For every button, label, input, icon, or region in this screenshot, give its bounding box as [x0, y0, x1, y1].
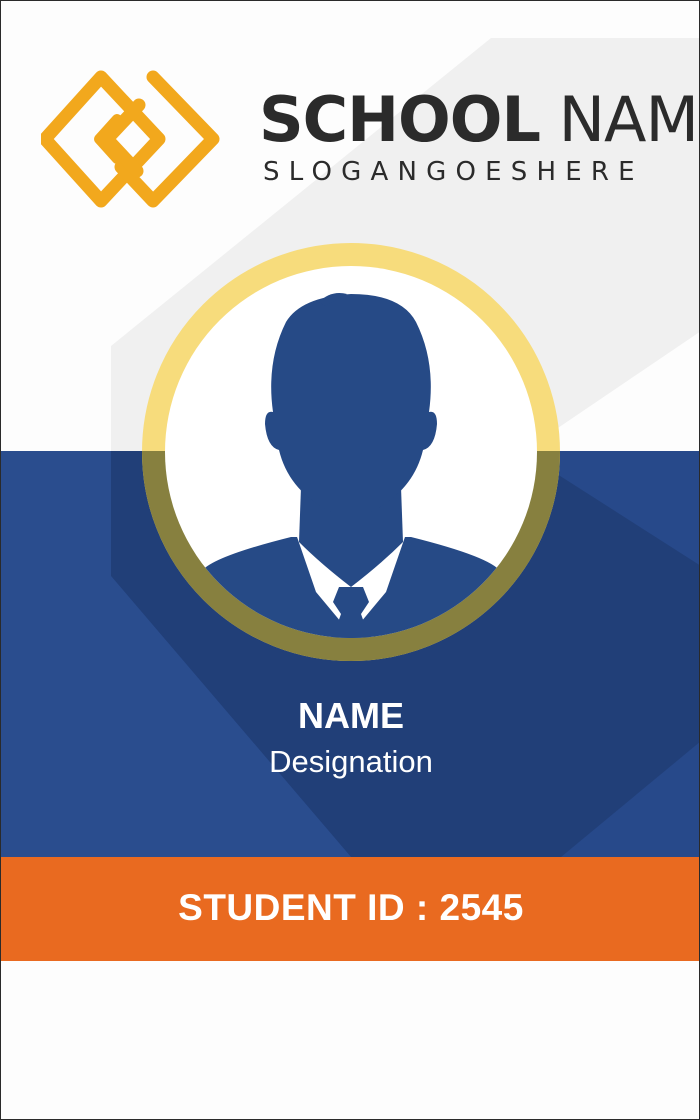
- diamond-logo-icon: [41, 70, 220, 208]
- person-designation: Designation: [269, 744, 433, 779]
- school-slogan: SLOGANGOESHERE: [263, 157, 644, 187]
- photo-frame: [142, 243, 560, 661]
- school-name-light: NAME: [558, 83, 699, 156]
- id-card: SCHOOL NAME SLOGANGOESHERE: [0, 0, 700, 1120]
- school-name-bold: SCHOOL: [259, 83, 541, 156]
- student-id: STUDENT ID : 2545: [178, 887, 524, 928]
- school-name: SCHOOL NAME: [259, 83, 699, 156]
- person-name: NAME: [298, 695, 404, 736]
